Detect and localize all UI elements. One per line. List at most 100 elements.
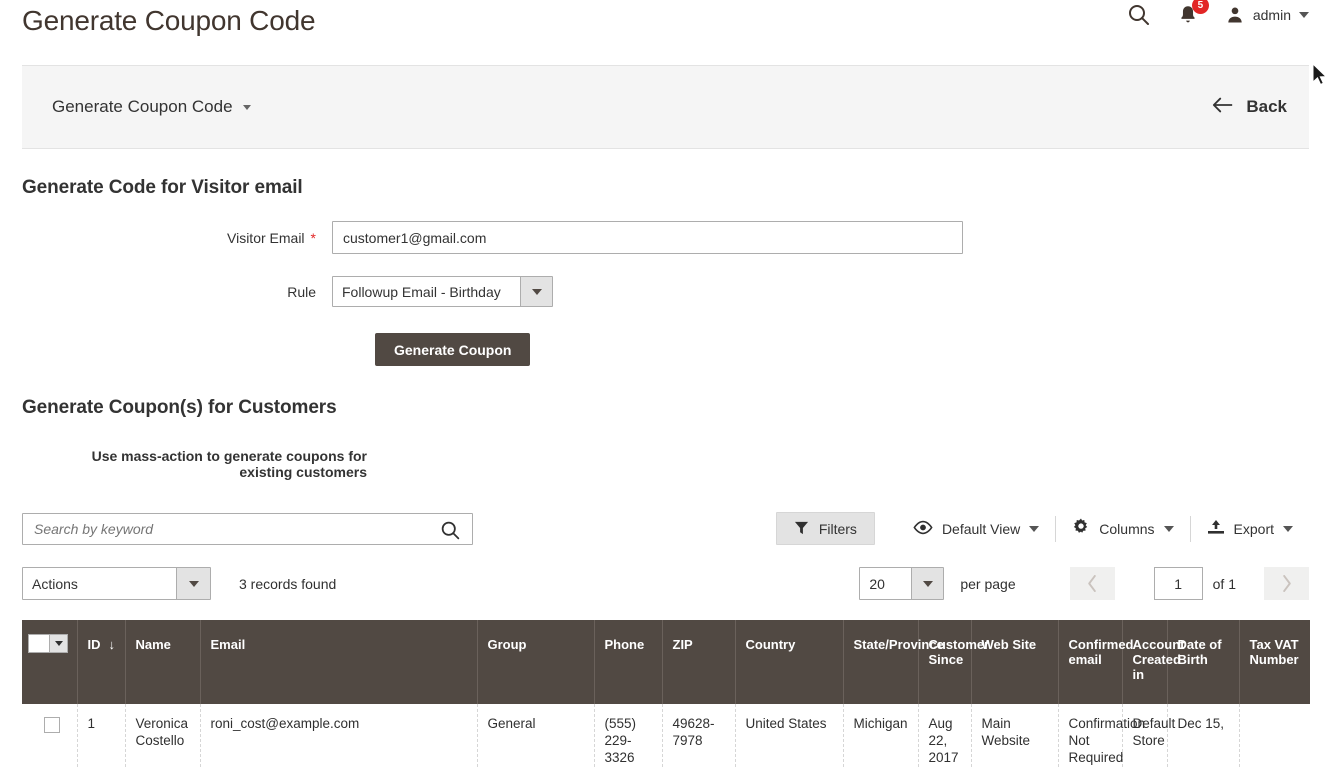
generate-coupon-button[interactable]: Generate Coupon [375, 333, 531, 366]
rule-row: Rule Followup Email - Birthday [22, 276, 1309, 307]
cell-zip: 49628-7978 [662, 704, 736, 767]
column-header-country[interactable]: Country [735, 620, 844, 704]
mass-actions-select[interactable]: Actions [22, 567, 211, 600]
chevron-right-icon [1281, 575, 1292, 592]
column-header-web-site[interactable]: Web Site [971, 620, 1059, 704]
table-header-row: ID ↓ Name Email Group Phone ZIP Country S… [22, 620, 1310, 704]
cell-id: 1 [77, 704, 126, 767]
chevron-down-icon [176, 568, 210, 599]
chevron-down-icon [1029, 525, 1040, 532]
customers-grid: ID ↓ Name Email Group Phone ZIP Country S… [22, 620, 1310, 767]
chevron-down-icon [1163, 525, 1174, 532]
chevron-down-icon [1283, 525, 1293, 532]
per-page-select[interactable]: 20 [859, 567, 945, 600]
chevron-down-icon [242, 104, 251, 110]
rule-select[interactable]: Followup Email - Birthday [332, 276, 553, 307]
cell-tax-vat-number [1239, 704, 1310, 767]
column-header-zip[interactable]: ZIP [662, 620, 736, 704]
customers-table: ID ↓ Name Email Group Phone ZIP Country S… [22, 620, 1310, 767]
header-actions: 5 admin [1127, 0, 1309, 27]
next-page-button[interactable] [1264, 567, 1309, 600]
column-header-confirmed-email[interactable]: Confirmed email [1058, 620, 1134, 704]
mass-actions-value: Actions [32, 575, 78, 592]
export-label: Export [1233, 520, 1274, 537]
chevron-down-icon [1299, 12, 1309, 18]
cell-account-created-in: Default Store [1122, 704, 1175, 767]
cell-email: roni_cost@example.com [200, 704, 478, 767]
gear-icon [1072, 518, 1090, 539]
grid-actions-bar: Actions 3 records found 20 per page of 1 [22, 567, 1309, 600]
per-page-value: 20 [869, 575, 885, 592]
row-checkbox[interactable] [44, 717, 60, 733]
eye-icon [913, 520, 933, 538]
column-header-tax-vat-number[interactable]: Tax VAT Number [1239, 620, 1310, 704]
chevron-down-icon [911, 568, 944, 599]
visitor-email-input[interactable] [332, 221, 963, 254]
column-header-email[interactable]: Email [200, 620, 478, 704]
pagination: 20 per page of 1 [859, 567, 1309, 600]
filters-button[interactable]: Filters [775, 512, 875, 545]
cell-confirmed-email: Confirmation Not Required [1058, 704, 1145, 767]
chevron-down-icon [520, 277, 552, 306]
sort-desc-icon: ↓ [108, 637, 116, 652]
column-header-name[interactable]: Name [125, 620, 201, 704]
column-header-date-of-birth[interactable]: Date of Birth [1167, 620, 1240, 704]
select-all-checkbox[interactable] [28, 634, 68, 653]
grid-left-actions: Actions 3 records found [22, 567, 336, 600]
columns-selector[interactable]: Columns [1056, 516, 1189, 542]
checkbox-box[interactable] [29, 635, 49, 652]
default-view-label: Default View [941, 520, 1021, 537]
column-header-phone[interactable]: Phone [594, 620, 663, 704]
column-header-id[interactable]: ID ↓ [77, 620, 126, 704]
cell-state-province: Michigan [843, 704, 919, 767]
funnel-icon [794, 520, 809, 538]
default-view-selector[interactable]: Default View [897, 516, 1055, 542]
store-switcher[interactable]: Generate Coupon Code [52, 97, 251, 117]
table-row[interactable]: 1 Veronica Costello roni_cost@example.co… [22, 704, 1310, 767]
switcher-label: Generate Coupon Code [52, 97, 233, 116]
column-header-state-province[interactable]: State/Province [843, 620, 944, 704]
select-all-header[interactable] [22, 620, 78, 704]
upload-icon [1207, 519, 1225, 539]
column-header-account-created-in[interactable]: Account Created in [1122, 620, 1185, 704]
column-header-customer-since[interactable]: Customer Since [918, 620, 989, 704]
mouse-cursor [1312, 62, 1328, 92]
user-icon [1225, 5, 1245, 25]
search-icon[interactable] [440, 520, 461, 546]
columns-label: Columns [1099, 520, 1155, 537]
page-actions-bar: Generate Coupon Code Back [22, 65, 1309, 149]
page-total-label: of 1 [1212, 575, 1236, 592]
page-input[interactable] [1153, 567, 1203, 600]
user-menu[interactable]: admin [1225, 5, 1309, 25]
records-found-label: 3 records found [239, 575, 337, 592]
cell-name: Veronica Costello [125, 704, 201, 767]
back-button[interactable]: Back [1212, 97, 1287, 118]
mass-action-hint: Use mass-action to generate coupons for … [91, 448, 367, 480]
search-input[interactable] [23, 513, 472, 544]
visitor-section-title: Generate Code for Visitor email [22, 177, 303, 198]
arrow-left-icon [1212, 97, 1234, 118]
page-title: Generate Coupon Code [22, 5, 316, 36]
chevron-left-icon [1087, 575, 1098, 592]
grid-search[interactable] [22, 512, 473, 546]
notifications-button[interactable]: 5 [1177, 0, 1209, 26]
search-icon[interactable] [1127, 3, 1151, 27]
cell-country: United States [735, 704, 844, 767]
export-selector[interactable]: Export [1191, 516, 1309, 542]
grid-toolbar-actions: Filters Default View Columns Export [775, 512, 1309, 545]
table-header: ID ↓ Name Email Group Phone ZIP Country S… [22, 620, 1310, 704]
main-content: Generate Code for Visitor email Visitor … [0, 177, 1331, 600]
cell-group: General [477, 704, 595, 767]
rule-select-value: Followup Email - Birthday [342, 283, 501, 300]
page-header: Generate Coupon Code 5 admin [0, 0, 1331, 56]
filters-label: Filters [818, 520, 857, 537]
previous-page-button[interactable] [1069, 567, 1115, 600]
cell-web-site: Main Website [971, 704, 1059, 767]
chevron-down-icon[interactable] [49, 635, 67, 652]
back-label: Back [1246, 97, 1287, 116]
row-select-cell[interactable] [22, 704, 78, 767]
cell-phone: (555) 229-3326 [594, 704, 663, 767]
table-body: 1 Veronica Costello roni_cost@example.co… [22, 704, 1310, 767]
column-header-group[interactable]: Group [477, 620, 595, 704]
customers-section-title: Generate Coupon(s) for Customers [22, 397, 337, 418]
